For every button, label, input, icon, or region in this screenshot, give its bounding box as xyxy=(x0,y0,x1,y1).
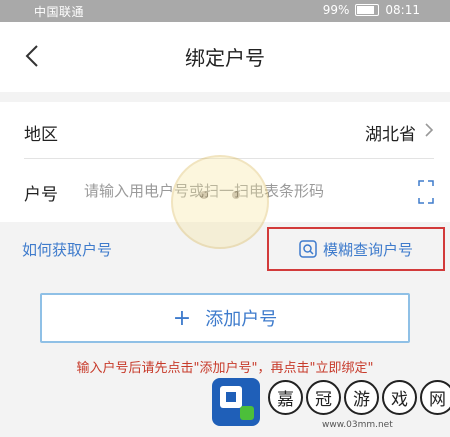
status-right-group: 99% 08:11 xyxy=(323,3,420,17)
chevron-right-icon xyxy=(425,123,434,137)
account-label: 户号 xyxy=(24,185,58,205)
site-logo xyxy=(212,378,260,426)
status-bar: 中国联通 99% 08:11 xyxy=(0,0,450,22)
region-value: 湖北省 xyxy=(365,125,416,145)
plus-icon: + xyxy=(172,305,192,331)
watermark-char: 嘉 xyxy=(268,380,303,415)
watermark-char: 戏 xyxy=(382,380,417,415)
search-icon xyxy=(299,240,317,258)
watermark-chars: 嘉 冠 游 戏 网 xyxy=(268,380,450,415)
watermark-char: 冠 xyxy=(306,380,341,415)
add-account-button[interactable]: + 添加户号 xyxy=(40,293,410,343)
scan-icon[interactable] xyxy=(418,180,434,204)
watermark-url: www.03mm.net xyxy=(322,420,393,430)
battery-percent: 99% xyxy=(322,3,350,17)
nav-header: 绑定户号 xyxy=(0,22,450,92)
watermark-char: 游 xyxy=(344,380,379,415)
fuzzy-search-label: 模糊查询户号 xyxy=(322,240,413,259)
fuzzy-search-account-link[interactable]: 模糊查询户号 xyxy=(267,227,445,271)
carrier-label: 中国联通 xyxy=(34,5,85,19)
section-gap xyxy=(0,92,450,102)
clock: 08:11 xyxy=(385,3,420,17)
how-to-get-account-link[interactable]: 如何获取户号 xyxy=(22,239,112,260)
site-watermark: 嘉 冠 游 戏 网 www.03mm.net xyxy=(210,374,450,437)
page-title: 绑定户号 xyxy=(185,46,265,70)
links-row: 如何获取户号 模糊查询户号 xyxy=(0,227,450,271)
battery-icon xyxy=(355,4,380,16)
region-label: 地区 xyxy=(24,125,58,145)
add-account-label: 添加户号 xyxy=(205,309,278,330)
watermark-char: 网 xyxy=(420,380,450,415)
